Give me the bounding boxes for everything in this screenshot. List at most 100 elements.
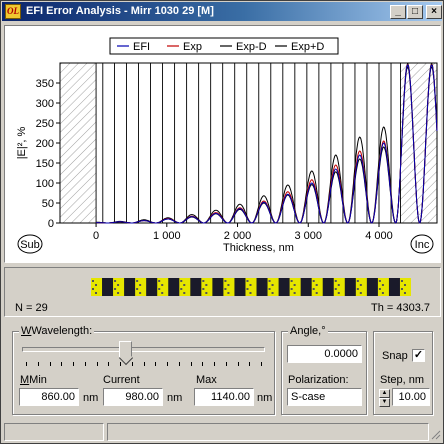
- minimize-button[interactable]: _: [390, 5, 406, 19]
- x-tick-label: 2 000: [224, 230, 252, 242]
- wavelength-slider-track[interactable]: [22, 347, 265, 352]
- y-tick-label: 50: [42, 198, 54, 210]
- y-axis-label: |E|², %: [16, 126, 28, 159]
- layer-block[interactable]: [168, 278, 180, 296]
- wavelength-group-title: WWavelength:: [19, 325, 95, 337]
- layer-block[interactable]: [344, 278, 357, 296]
- layer-dither: [268, 280, 271, 282]
- spin-down-icon[interactable]: ▼: [379, 398, 390, 407]
- slider-tick: [73, 362, 74, 366]
- max-wavelength-input[interactable]: 1140.00: [194, 388, 254, 406]
- max-label: Max: [196, 374, 217, 386]
- layer-dither: [227, 292, 230, 294]
- spin-up-icon[interactable]: ▲: [379, 389, 390, 398]
- layer-block[interactable]: [212, 278, 224, 296]
- layer-count-label: N = 29: [15, 302, 48, 314]
- layer-dither: [180, 280, 183, 282]
- layer-block[interactable]: [278, 278, 290, 296]
- layer-dither: [271, 292, 274, 294]
- layer-block[interactable]: [256, 278, 268, 296]
- step-spinner[interactable]: ▲ ▼: [379, 389, 390, 407]
- slider-tick: [84, 362, 86, 366]
- slider-tick: [120, 362, 121, 366]
- layer-dither: [249, 292, 252, 294]
- x-tick-label: 3 000: [295, 230, 323, 242]
- layer-dither: [224, 280, 227, 282]
- efi-chart[interactable]: 0 50 100 150 200 250 300 350 0 1 000 2 000 3 000 4 0…: [5, 26, 440, 262]
- layer-dither: [246, 288, 249, 290]
- max-label-text: Max: [196, 374, 217, 386]
- slider-tick: [261, 362, 262, 366]
- layer-dither: [334, 280, 337, 282]
- layer-dither: [180, 288, 183, 290]
- step-input[interactable]: 10.00: [392, 388, 430, 406]
- layer-block[interactable]: [388, 278, 401, 296]
- app-logo-icon: OL: [5, 4, 21, 19]
- slider-tick: [26, 362, 27, 366]
- slider-tick: [214, 362, 215, 366]
- layer-dither: [246, 280, 249, 282]
- slider-tick: [167, 362, 168, 366]
- slider-tick: [249, 362, 251, 366]
- wavelength-slider-thumb[interactable]: [118, 341, 132, 358]
- layer-dither: [381, 292, 384, 294]
- layer-structure-stripe[interactable]: [91, 278, 411, 296]
- layer-block[interactable]: [190, 278, 202, 296]
- angle-input[interactable]: 0.0000: [287, 345, 362, 363]
- slider-tick: [108, 362, 110, 366]
- wavelength-title-rest: Wavelength:: [31, 325, 93, 337]
- layer-dither: [378, 280, 381, 282]
- layer-dither: [337, 292, 340, 294]
- status-cell-1: [4, 423, 104, 441]
- layer-dither: [400, 288, 403, 290]
- chart-legend[interactable]: EFI Exp Exp-D Exp+D: [109, 37, 339, 55]
- efi-chart-panel[interactable]: 0 50 100 150 200 250 300 350 0 1 000 2 000 3 000 4 0…: [4, 25, 441, 263]
- layer-dither: [117, 292, 120, 294]
- layer-dither: [92, 288, 94, 290]
- current-unit: nm: [167, 392, 183, 404]
- substrate-marker-label: Sub: [20, 239, 40, 251]
- current-wavelength-input[interactable]: 980.00: [103, 388, 163, 406]
- layer-dither: [202, 280, 205, 282]
- layer-block[interactable]: [102, 278, 114, 296]
- legend-entry: Exp: [183, 41, 202, 53]
- snap-label-text: Snap: [382, 350, 408, 362]
- layer-dither: [271, 284, 274, 286]
- layer-dither: [224, 288, 227, 290]
- layer-block[interactable]: [124, 278, 136, 296]
- y-tick-label: 250: [36, 118, 54, 130]
- min-wavelength-input[interactable]: 860.00: [19, 388, 79, 406]
- layer-dither: [268, 288, 271, 290]
- layer-dither: [334, 288, 337, 290]
- snap-group: Snap ✓ Step, nm ▲ ▼ 10.00: [373, 331, 433, 415]
- layer-dither: [378, 288, 381, 290]
- current-label: Current: [103, 374, 140, 386]
- efi-error-analysis-window: OL EFI Error Analysis - Mirr 1030 29 [M]…: [0, 0, 444, 444]
- slider-tick: [237, 362, 239, 366]
- layer-dither: [161, 284, 164, 286]
- min-label: MMin: [20, 374, 47, 386]
- window-title: EFI Error Analysis - Mirr 1030 29 [M]: [26, 5, 214, 17]
- layer-dither: [293, 284, 296, 286]
- slider-tick: [190, 362, 192, 366]
- layer-dither: [227, 284, 230, 286]
- step-label: Step, nm: [380, 374, 425, 386]
- layer-dither: [249, 284, 252, 286]
- layer-block[interactable]: [300, 278, 312, 296]
- layer-block[interactable]: [234, 278, 246, 296]
- title-bar[interactable]: OL EFI Error Analysis - Mirr 1030 29 [M]…: [2, 2, 442, 21]
- resize-grip-icon[interactable]: [431, 423, 441, 441]
- layer-block[interactable]: [322, 278, 335, 296]
- layer-dither: [290, 288, 293, 290]
- slider-tick: [96, 362, 98, 366]
- snap-checkbox[interactable]: ✓: [412, 349, 425, 362]
- layer-dither: [202, 288, 205, 290]
- layer-block[interactable]: [366, 278, 379, 296]
- layer-block[interactable]: [146, 278, 158, 296]
- slider-tick: [155, 362, 157, 366]
- maximize-button[interactable]: □: [407, 5, 423, 19]
- polarization-select[interactable]: S-case: [287, 388, 362, 406]
- legend-entry: EFI: [133, 41, 150, 53]
- close-button[interactable]: ×: [426, 5, 442, 19]
- layer-dither: [136, 288, 139, 290]
